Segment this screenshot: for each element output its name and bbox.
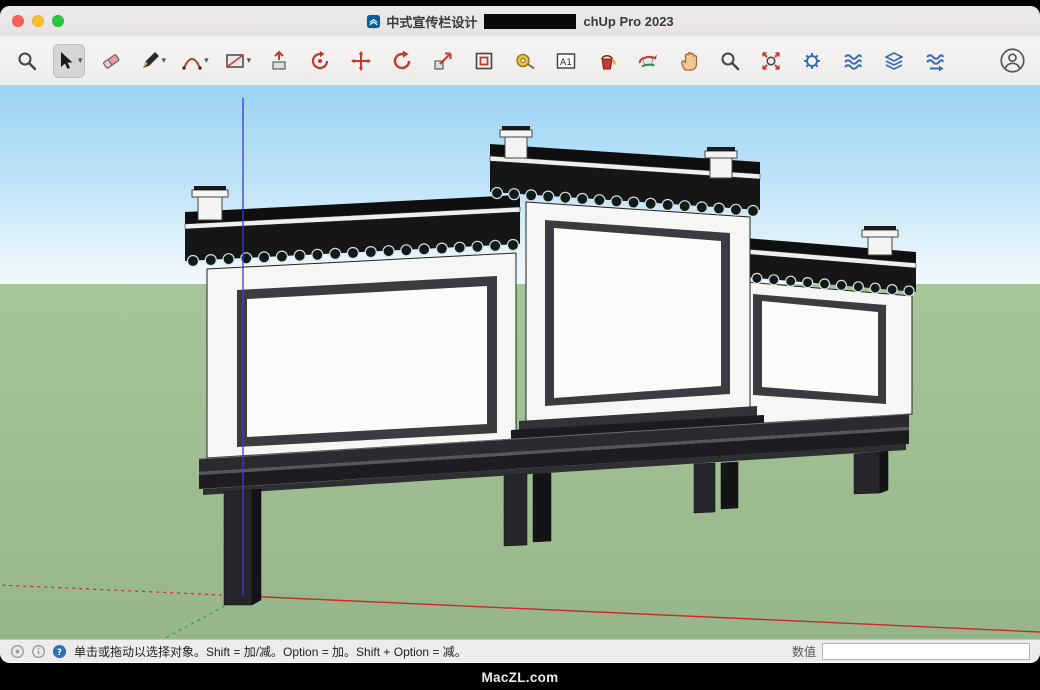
status-bar: ? 单击或拖动以选择对象。Shift = 加/减。Option = 加。Shif… [0,639,1040,662]
chevron-down-icon: ▾ [204,56,209,65]
center-finial-right [705,147,737,178]
move-icon [350,50,372,72]
text-tool[interactable]: A1 [551,44,581,78]
paint-bucket-tool[interactable] [592,44,622,78]
followme-icon [309,50,331,72]
crosshair-circle-icon[interactable] [10,644,25,659]
eraser-tool[interactable] [96,44,126,78]
watermark: MacZL.com [0,670,1040,685]
center-finial-left [500,126,532,158]
traffic-lights [12,6,64,36]
tape-icon [514,50,536,72]
model-canvas[interactable] [0,86,1040,639]
scale-tool[interactable] [428,44,458,78]
gear-icon [801,50,823,72]
pushpull-icon [268,50,290,72]
close-button[interactable] [12,15,24,27]
fullscreen-button[interactable] [52,15,64,27]
push-pull-tool[interactable] [264,44,294,78]
toolbar: ▾ ▾ ▾ ▾ A1 [0,36,1040,86]
orbit-tool[interactable] [633,44,663,78]
account-button[interactable] [997,44,1028,78]
measurements: 数值 [792,643,1030,660]
left-panel[interactable] [185,186,520,458]
title-text-suffix: chUp Pro 2023 [583,14,673,29]
waves-icon [842,50,864,72]
viewport[interactable] [0,86,1040,639]
person-icon [999,47,1026,74]
pan-tool[interactable] [674,44,704,78]
orbit-icon [637,50,659,72]
textA1-icon: A1 [555,50,577,72]
measurements-label: 数值 [792,643,816,660]
pencil-icon [139,50,161,72]
offset-icon [473,50,495,72]
arc-icon [181,50,203,72]
magnifier-icon [719,50,741,72]
waveArrow-icon [924,50,946,72]
redaction-box [484,14,576,29]
svg-text:?: ? [57,646,62,656]
layers-tool[interactable] [879,44,909,78]
offset-tool[interactable] [469,44,499,78]
magnifier-icon [16,50,38,72]
paint-icon [596,50,618,72]
rotate-icon [391,50,413,72]
sketchup-logo-icon [366,14,381,29]
line-tool[interactable]: ▾ [137,44,169,78]
chevron-down-icon: ▾ [247,56,252,65]
shapes-icon [224,50,246,72]
search-tool[interactable] [12,44,42,78]
select-tool[interactable]: ▾ [53,44,85,78]
arc-tool[interactable]: ▾ [179,44,211,78]
follow-me-tool[interactable] [305,44,335,78]
waves-tool[interactable] [838,44,868,78]
window-title: 中式宣传栏设计 chUp Pro 2023 [366,12,673,31]
help-icon[interactable]: ? [52,644,67,659]
measurements-input[interactable] [822,643,1030,660]
center-panel[interactable] [490,126,764,442]
hand-icon [678,50,700,72]
chevron-down-icon: ▾ [78,56,83,65]
sketchup-window: 中式宣传栏设计 chUp Pro 2023 ▾ ▾ ▾ ▾ A1 [0,6,1040,663]
layers-icon [883,50,905,72]
move-tool[interactable] [346,44,376,78]
toolbar-tools: ▾ ▾ ▾ ▾ A1 [12,44,950,78]
status-hint: 单击或拖动以选择对象。Shift = 加/减。Option = 加。Shift … [74,643,467,660]
zoom-tool[interactable] [715,44,745,78]
scale-icon [432,50,454,72]
gear-tool[interactable] [797,44,827,78]
right-panel[interactable] [733,226,916,424]
tape-measure-tool[interactable] [510,44,540,78]
zoomext-icon [760,50,782,72]
title-text-prefix: 中式宣传栏设计 [386,12,477,31]
chevron-down-icon: ▾ [162,56,167,65]
svg-text:A1: A1 [560,58,572,68]
title-bar: 中式宣传栏设计 chUp Pro 2023 [0,6,1040,36]
shapes-tool[interactable]: ▾ [222,44,254,78]
minimize-button[interactable] [32,15,44,27]
info-circle-icon[interactable] [31,644,46,659]
cursor-icon [55,50,77,72]
eraser-icon [100,50,122,72]
waves-arrow-tool[interactable] [920,44,950,78]
rotate-tool[interactable] [387,44,417,78]
zoom-extents-tool[interactable] [756,44,786,78]
statusbar-icons: ? [10,644,67,659]
